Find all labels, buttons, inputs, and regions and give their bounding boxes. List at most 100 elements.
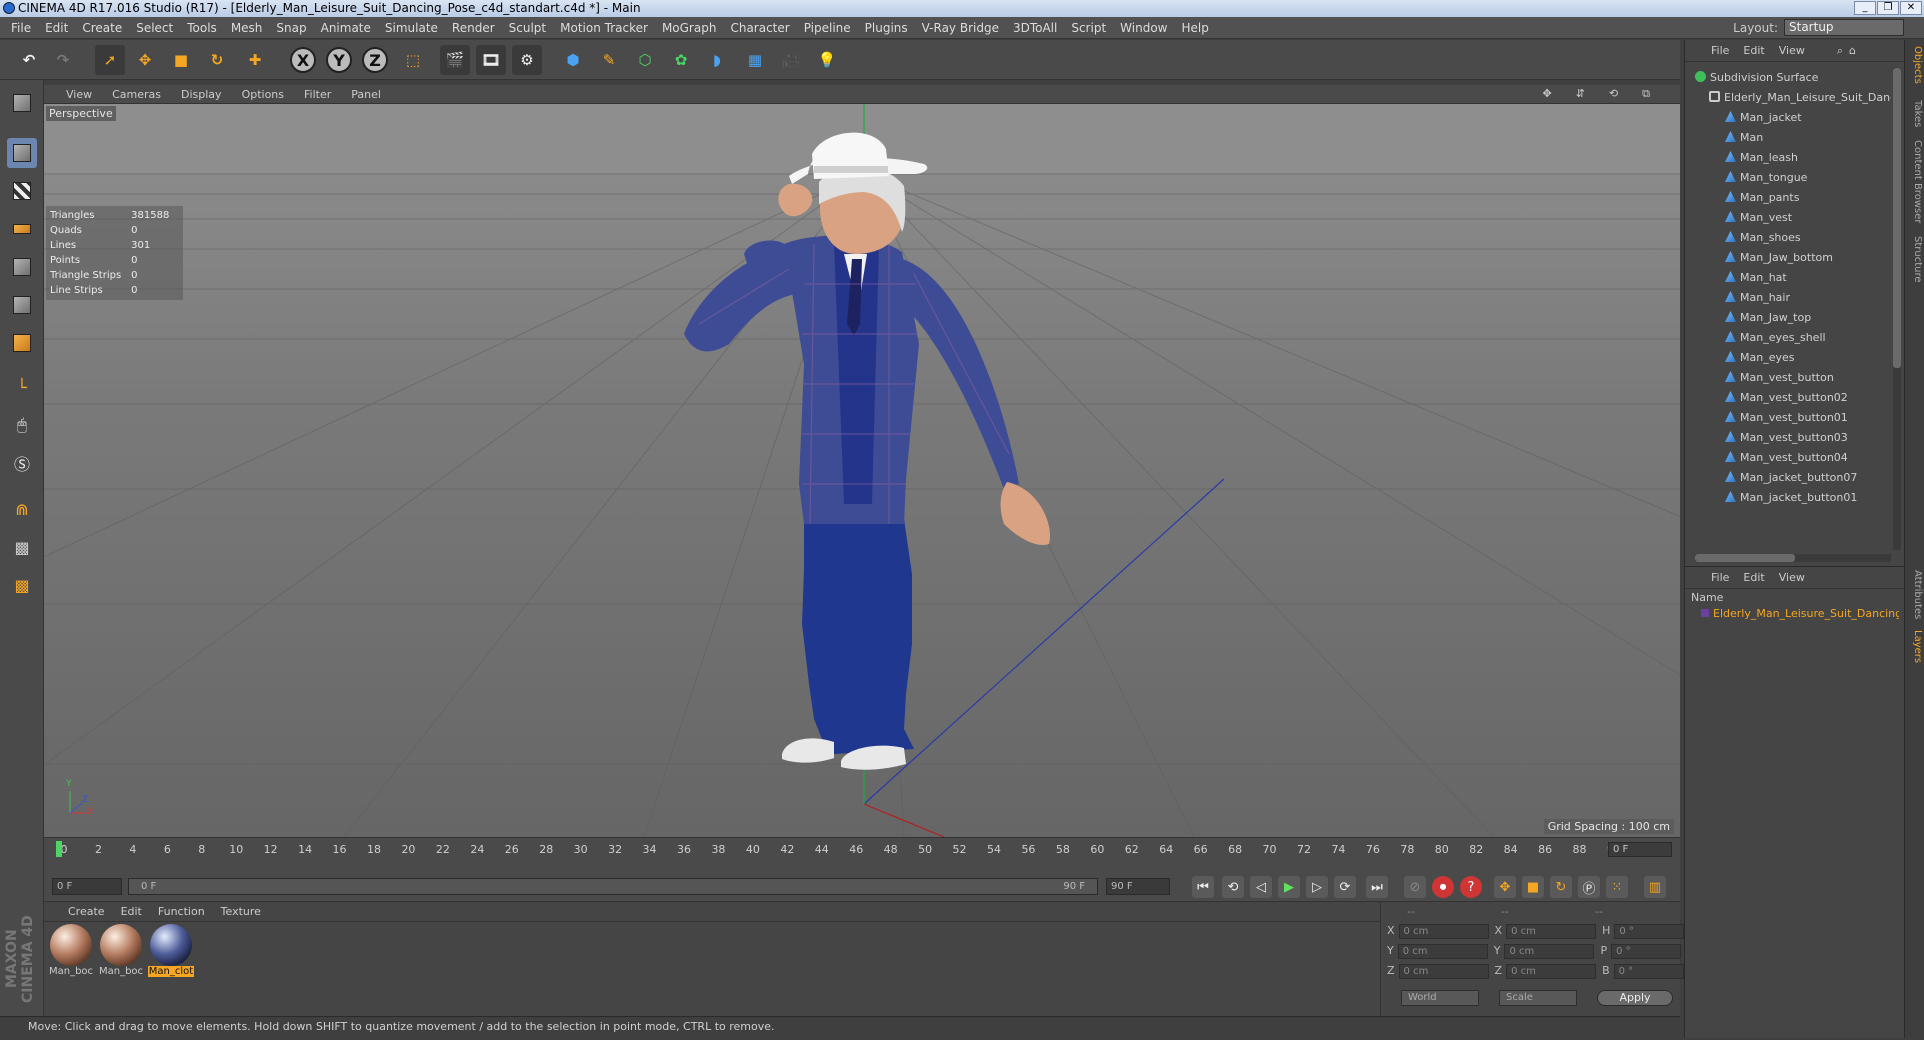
menu-simulate[interactable]: Simulate: [378, 21, 445, 35]
tree-item[interactable]: Man_leash: [1685, 148, 1891, 168]
start-frame-field[interactable]: 0 F: [52, 878, 122, 895]
menu-window[interactable]: Window: [1113, 21, 1174, 35]
tab-layers[interactable]: Layers: [1907, 630, 1923, 663]
maximize-button[interactable]: ❐: [1877, 1, 1899, 15]
viewport-menu-view[interactable]: View: [66, 88, 92, 101]
timeline-ruler[interactable]: 0 2 4 6 8 10 12 14 16 18 20 22 24 26 28 30 32 34 36 38 40 42 4…: [44, 837, 1680, 872]
minimize-button[interactable]: _: [1854, 1, 1876, 15]
menu-character[interactable]: Character: [723, 21, 796, 35]
edges-mode-icon[interactable]: [7, 290, 37, 320]
viewport-menu-filter[interactable]: Filter: [304, 88, 331, 101]
next-frame-icon[interactable]: ▷: [1306, 876, 1328, 898]
frame-ruler[interactable]: 0 2 4 6 8 10 12 14 16 18 20 22 24 26 28 30 32 34 36 38 40 42 4…: [54, 840, 1622, 860]
viewport-menu-panel[interactable]: Panel: [351, 88, 381, 101]
tree-item[interactable]: Man_pants: [1685, 188, 1891, 208]
material-item[interactable]: Man_boc: [98, 924, 144, 977]
tree-item[interactable]: Man_hair: [1685, 288, 1891, 308]
viewport-menu-cameras[interactable]: Cameras: [112, 88, 161, 101]
menu-pipeline[interactable]: Pipeline: [797, 21, 858, 35]
subdivision-surface-icon[interactable]: ⬡: [630, 45, 660, 75]
material-menu-function[interactable]: Function: [158, 905, 205, 918]
workplane-mode-icon[interactable]: [7, 214, 37, 244]
keyframe-selection-icon[interactable]: ?: [1460, 876, 1482, 898]
key-rotation-icon[interactable]: ↻: [1550, 876, 1572, 898]
rotation-p-field[interactable]: 0 °: [1611, 944, 1682, 959]
timeline-window-icon[interactable]: ▥: [1644, 876, 1666, 898]
z-axis-lock-icon[interactable]: Z: [362, 47, 388, 73]
live-selection-icon[interactable]: ✚: [240, 45, 270, 75]
menu-render[interactable]: Render: [445, 21, 502, 35]
menu-edit[interactable]: Edit: [38, 21, 75, 35]
close-button[interactable]: ✕: [1900, 1, 1922, 15]
redo-icon[interactable]: ↷: [48, 45, 78, 75]
apply-button[interactable]: Apply: [1597, 990, 1673, 1006]
tree-item[interactable]: Man_jacket_button07: [1685, 468, 1891, 488]
tree-item[interactable]: Man_vest_button: [1685, 368, 1891, 388]
previous-key-icon[interactable]: ⟲: [1222, 876, 1244, 898]
rotation-h-field[interactable]: 0 °: [1614, 924, 1685, 939]
current-frame-field[interactable]: 0 F: [1608, 842, 1672, 857]
menu-sculpt[interactable]: Sculpt: [502, 21, 553, 35]
render-view-icon[interactable]: 🎬: [440, 45, 470, 75]
layers-menu-edit[interactable]: Edit: [1743, 571, 1764, 584]
tree-item[interactable]: Man_vest: [1685, 208, 1891, 228]
texture-mode-icon[interactable]: [7, 176, 37, 206]
end-frame-field[interactable]: 90 F: [1106, 878, 1170, 895]
menu-create[interactable]: Create: [75, 21, 129, 35]
cube-primitive-icon[interactable]: ⬢: [558, 45, 588, 75]
next-key-icon[interactable]: ⟳: [1334, 876, 1356, 898]
tree-item[interactable]: Subdivision Surface: [1685, 68, 1891, 88]
tab-takes[interactable]: Takes: [1907, 100, 1923, 127]
tree-item[interactable]: Man: [1685, 128, 1891, 148]
camera-icon[interactable]: 🎥: [776, 45, 806, 75]
menu-snap[interactable]: Snap: [269, 21, 313, 35]
tree-item[interactable]: Man_hat: [1685, 268, 1891, 288]
points-mode-icon[interactable]: [7, 252, 37, 282]
object-tree-scrollbar[interactable]: [1893, 68, 1901, 550]
position-z-field[interactable]: 0 cm: [1398, 964, 1489, 979]
menu-file[interactable]: File: [4, 21, 38, 35]
menu-vray-bridge[interactable]: V-Ray Bridge: [915, 21, 1006, 35]
tree-item[interactable]: Man_vest_button01: [1685, 408, 1891, 428]
menu-help[interactable]: Help: [1174, 21, 1215, 35]
light-icon[interactable]: 💡: [812, 45, 842, 75]
y-axis-lock-icon[interactable]: Y: [326, 47, 352, 73]
rotation-b-field[interactable]: 0 °: [1613, 964, 1684, 979]
render-settings-icon[interactable]: ⚙: [512, 45, 542, 75]
snap-icon[interactable]: Ⓢ: [7, 448, 37, 478]
size-x-field[interactable]: 0 cm: [1506, 924, 1597, 939]
menu-plugins[interactable]: Plugins: [858, 21, 915, 35]
tree-item[interactable]: Man_eyes_shell: [1685, 328, 1891, 348]
search-icon[interactable]: ⌕: [1837, 44, 1843, 58]
tab-attributes[interactable]: Attributes: [1907, 570, 1923, 619]
layers-menu-view[interactable]: View: [1779, 571, 1805, 584]
tweak-mode-icon[interactable]: 🖱: [7, 410, 37, 440]
rotate-tool-icon[interactable]: ↻: [202, 45, 232, 75]
menu-tools[interactable]: Tools: [180, 21, 224, 35]
make-editable-icon[interactable]: [7, 88, 37, 118]
key-pla-icon[interactable]: ⁙: [1606, 876, 1628, 898]
lock-workplane-icon[interactable]: ▩: [7, 532, 37, 562]
x-axis-lock-icon[interactable]: X: [290, 47, 316, 73]
toggle-view-icon[interactable]: ⧉: [1642, 87, 1650, 101]
key-position-icon[interactable]: ✥: [1494, 876, 1516, 898]
range-slider[interactable]: 0 F 90 F: [128, 878, 1098, 895]
size-y-field[interactable]: 0 cm: [1504, 944, 1595, 959]
model-mode-icon[interactable]: [7, 138, 37, 168]
record-keys-icon[interactable]: ⊘: [1404, 876, 1426, 898]
material-menu-texture[interactable]: Texture: [221, 905, 261, 918]
tree-item[interactable]: Man_jacket_button01: [1685, 488, 1891, 508]
move-tool-icon[interactable]: ✥: [130, 45, 160, 75]
home-icon[interactable]: ⌂: [1849, 44, 1856, 57]
menu-animate[interactable]: Animate: [314, 21, 378, 35]
menu-mograph[interactable]: MoGraph: [655, 21, 724, 35]
polygons-mode-icon[interactable]: [7, 328, 37, 358]
scale-tool-icon[interactable]: ■: [166, 45, 196, 75]
layer-item[interactable]: Elderly_Man_Leisure_Suit_Dancing_I: [1691, 607, 1899, 620]
planar-workplane-icon[interactable]: ▩: [7, 570, 37, 600]
key-scale-icon[interactable]: ■: [1522, 876, 1544, 898]
tree-item[interactable]: Man_jacket: [1685, 108, 1891, 128]
coordinate-system-icon[interactable]: ⬚: [398, 45, 428, 75]
go-to-end-icon[interactable]: ⏭: [1366, 876, 1388, 898]
menu-mesh[interactable]: Mesh: [224, 21, 270, 35]
